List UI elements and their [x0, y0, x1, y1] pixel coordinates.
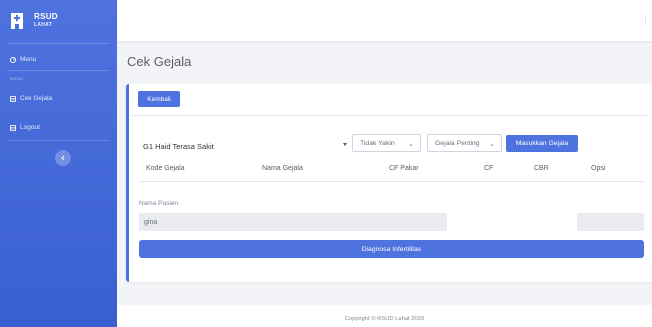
- diagnose-button[interactable]: Diagnosa Infertilitas: [139, 240, 644, 258]
- importance-select-value: Gejala Penting: [435, 139, 480, 147]
- dashboard-icon: [10, 56, 16, 63]
- table-icon: [10, 95, 16, 102]
- sidebar-divider: [8, 140, 109, 141]
- sidebar-heading: MENU: [10, 76, 24, 81]
- sidebar-item-label: Cek Gejala: [20, 95, 53, 102]
- sidebar-item-menu[interactable]: Menu: [10, 56, 36, 63]
- patient-name-value: gina: [144, 218, 158, 226]
- topbar-divider: [645, 14, 646, 26]
- symptom-select[interactable]: G1 Haid Terasa Sakit: [139, 138, 349, 154]
- sidebar-item-label: Logout: [20, 124, 40, 131]
- table-header-opsi: Opsi: [591, 165, 606, 172]
- topbar: [117, 0, 652, 41]
- table-header-nama-gejala: Nama Gejala: [262, 165, 303, 172]
- sidebar-item-label: Menu: [20, 56, 37, 63]
- brand-subtitle: LAHAT: [34, 22, 53, 28]
- hospital-icon: [11, 13, 23, 29]
- footer: Copyright © RSUD Lahat 2020: [117, 305, 652, 327]
- page-title: Cek Gejala: [127, 54, 192, 69]
- copyright-text: Copyright © RSUD Lahat 2020: [344, 316, 425, 322]
- sidebar-item-logout[interactable]: Logout: [10, 124, 40, 131]
- caret-down-icon: [343, 143, 347, 146]
- sidebar: RSUD LAHAT Menu MENU Cek Gejala Logout: [0, 0, 117, 327]
- certainty-select-value: Tidak Yakin: [360, 139, 395, 147]
- sidebar-divider: [8, 70, 109, 71]
- certainty-select[interactable]: Tidak Yakin ⌄: [352, 134, 421, 152]
- logout-icon: [10, 124, 16, 131]
- chevron-down-icon: ⌄: [408, 141, 414, 148]
- add-symptom-button[interactable]: Masukkan Gejala: [506, 135, 578, 152]
- chevron-down-icon: ⌄: [489, 141, 495, 148]
- table-header-kode-gejala: Kode Gejala: [146, 165, 185, 172]
- chevron-left-icon: [61, 155, 65, 161]
- card-divider: [132, 115, 647, 116]
- brand-name: RSUD: [34, 12, 58, 21]
- patient-name-label: Nama Pasien: [139, 200, 179, 207]
- brand[interactable]: RSUD LAHAT: [10, 6, 58, 36]
- importance-select[interactable]: Gejala Penting ⌄: [427, 134, 502, 152]
- symptom-select-value: G1 Haid Terasa Sakit: [143, 141, 214, 151]
- table-header-cbr: CBR: [534, 165, 549, 172]
- table-header-cf: CF: [484, 165, 494, 172]
- sidebar-item-cek-gejala[interactable]: Cek Gejala: [10, 95, 52, 102]
- sidebar-divider: [8, 43, 109, 44]
- table-header-divider: [139, 181, 644, 182]
- sidebar-toggle-button[interactable]: [55, 150, 71, 166]
- table-header-cf-pakar: CF Pakar: [389, 165, 419, 172]
- back-button[interactable]: Kembali: [138, 91, 180, 107]
